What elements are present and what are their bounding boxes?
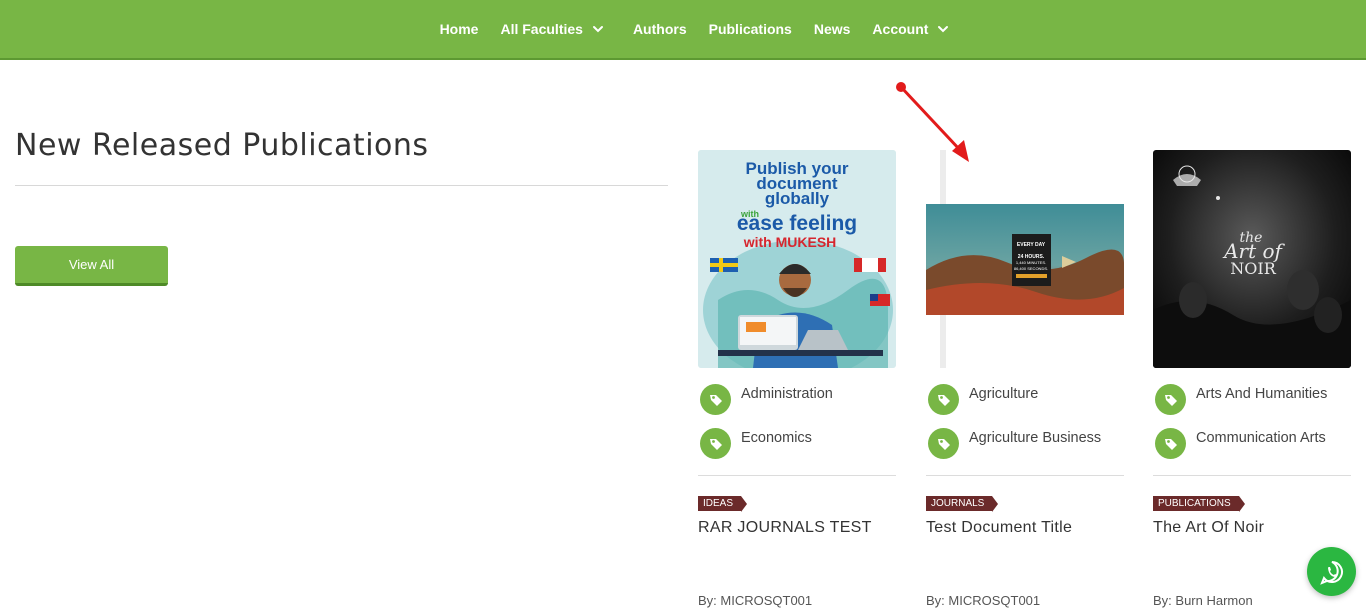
publication-card[interactable]: EVERY DAY 24 HOURS. 1,440 MINUTES. 86,40… — [926, 150, 1124, 608]
publication-cover[interactable]: Publish your document globally with ease… — [698, 150, 896, 368]
nav-account[interactable]: Account — [872, 21, 950, 37]
category-badge[interactable]: IDEAS — [698, 496, 748, 512]
tag-icon — [928, 428, 959, 459]
tag-icon — [928, 384, 959, 415]
nav-authors[interactable]: Authors — [633, 21, 687, 37]
publication-card[interactable]: Publish your document globally with ease… — [698, 150, 896, 608]
tag-icon — [1155, 428, 1186, 459]
cover-text-line: EVERY DAY — [1017, 242, 1046, 248]
category-badge[interactable]: JOURNALS — [926, 496, 999, 512]
tag-item[interactable]: Arts And Humanities — [1153, 384, 1351, 428]
cover-illustration: Publish your document globally with ease… — [698, 150, 896, 368]
tag-item[interactable]: Administration — [698, 384, 896, 428]
publication-cover[interactable]: the Art of NOIR — [1153, 150, 1351, 368]
cover-text-line: 86,400 SECONDS. — [1014, 266, 1048, 271]
publication-author[interactable]: By: MICROSQT001 — [926, 593, 1040, 608]
chevron-down-icon — [938, 26, 949, 33]
cover-text-line: NOIR — [1230, 259, 1276, 278]
section-heading: New Released Publications — [15, 128, 429, 163]
tag-label: Communication Arts — [1196, 430, 1326, 446]
tag-label: Arts And Humanities — [1196, 386, 1328, 402]
publication-cover[interactable]: EVERY DAY 24 HOURS. 1,440 MINUTES. 86,40… — [926, 150, 1124, 368]
tag-item[interactable]: Economics — [698, 428, 896, 472]
tag-icon — [700, 384, 731, 415]
cover-text-line: ease feeling — [737, 212, 857, 235]
cover-text-line: 1,440 MINUTES. — [1016, 260, 1046, 265]
top-navigation: Home All Faculties Authors Publications … — [0, 0, 1366, 60]
nav-publications[interactable]: Publications — [709, 21, 792, 37]
whatsapp-chat-button[interactable] — [1307, 547, 1356, 596]
nav-news[interactable]: News — [814, 21, 851, 37]
tag-label: Economics — [741, 430, 812, 446]
whatsapp-icon — [1319, 560, 1343, 585]
nav-home[interactable]: Home — [440, 21, 479, 37]
tag-icon — [700, 428, 731, 459]
tag-item[interactable]: Communication Arts — [1153, 428, 1351, 472]
cover-illustration: EVERY DAY 24 HOURS. 1,440 MINUTES. 86,40… — [926, 150, 1124, 368]
view-all-button[interactable]: View All — [15, 246, 168, 286]
cover-text-line: with MUKESH — [743, 234, 837, 250]
publication-title[interactable]: The Art Of Noir — [1153, 519, 1351, 537]
nav-news-label: News — [813, 21, 851, 37]
cover-illustration: the Art of NOIR — [1153, 150, 1351, 368]
publication-author[interactable]: By: MICROSQT001 — [698, 593, 812, 608]
nav-account-label: Account — [872, 21, 929, 37]
annotation-arrow-icon — [896, 82, 969, 162]
tag-item[interactable]: Agriculture Business — [926, 428, 1124, 472]
publication-title[interactable]: Test Document Title — [926, 519, 1124, 537]
publication-author[interactable]: By: Burn Harmon — [1153, 593, 1253, 608]
tag-list: Administration Economics — [698, 384, 896, 472]
category-badge[interactable]: PUBLICATIONS — [1153, 496, 1245, 512]
tag-label: Agriculture — [969, 386, 1039, 402]
card-divider — [698, 475, 896, 476]
publication-card[interactable]: the Art of NOIR Arts And Humanities Comm… — [1153, 150, 1351, 608]
nav-home-label: Home — [439, 21, 479, 37]
tag-item[interactable]: Agriculture — [926, 384, 1124, 428]
cover-text-line: globally — [765, 189, 830, 208]
nav-publications-label: Publications — [708, 21, 792, 37]
tag-label: Administration — [741, 386, 833, 402]
tag-label: Agriculture Business — [969, 430, 1102, 446]
tag-list: Arts And Humanities Communication Arts — [1153, 384, 1351, 472]
publication-title[interactable]: RAR JOURNALS TEST — [698, 519, 896, 537]
card-divider — [1153, 475, 1351, 476]
tag-list: Agriculture Agriculture Business — [926, 384, 1124, 472]
card-divider — [926, 475, 1124, 476]
nav-all-faculties-label: All Faculties — [500, 21, 583, 37]
chevron-down-icon — [592, 26, 603, 33]
tag-icon — [1155, 384, 1186, 415]
nav-all-faculties[interactable]: All Faculties — [500, 21, 604, 37]
section-divider — [15, 185, 668, 186]
nav-authors-label: Authors — [632, 21, 687, 37]
